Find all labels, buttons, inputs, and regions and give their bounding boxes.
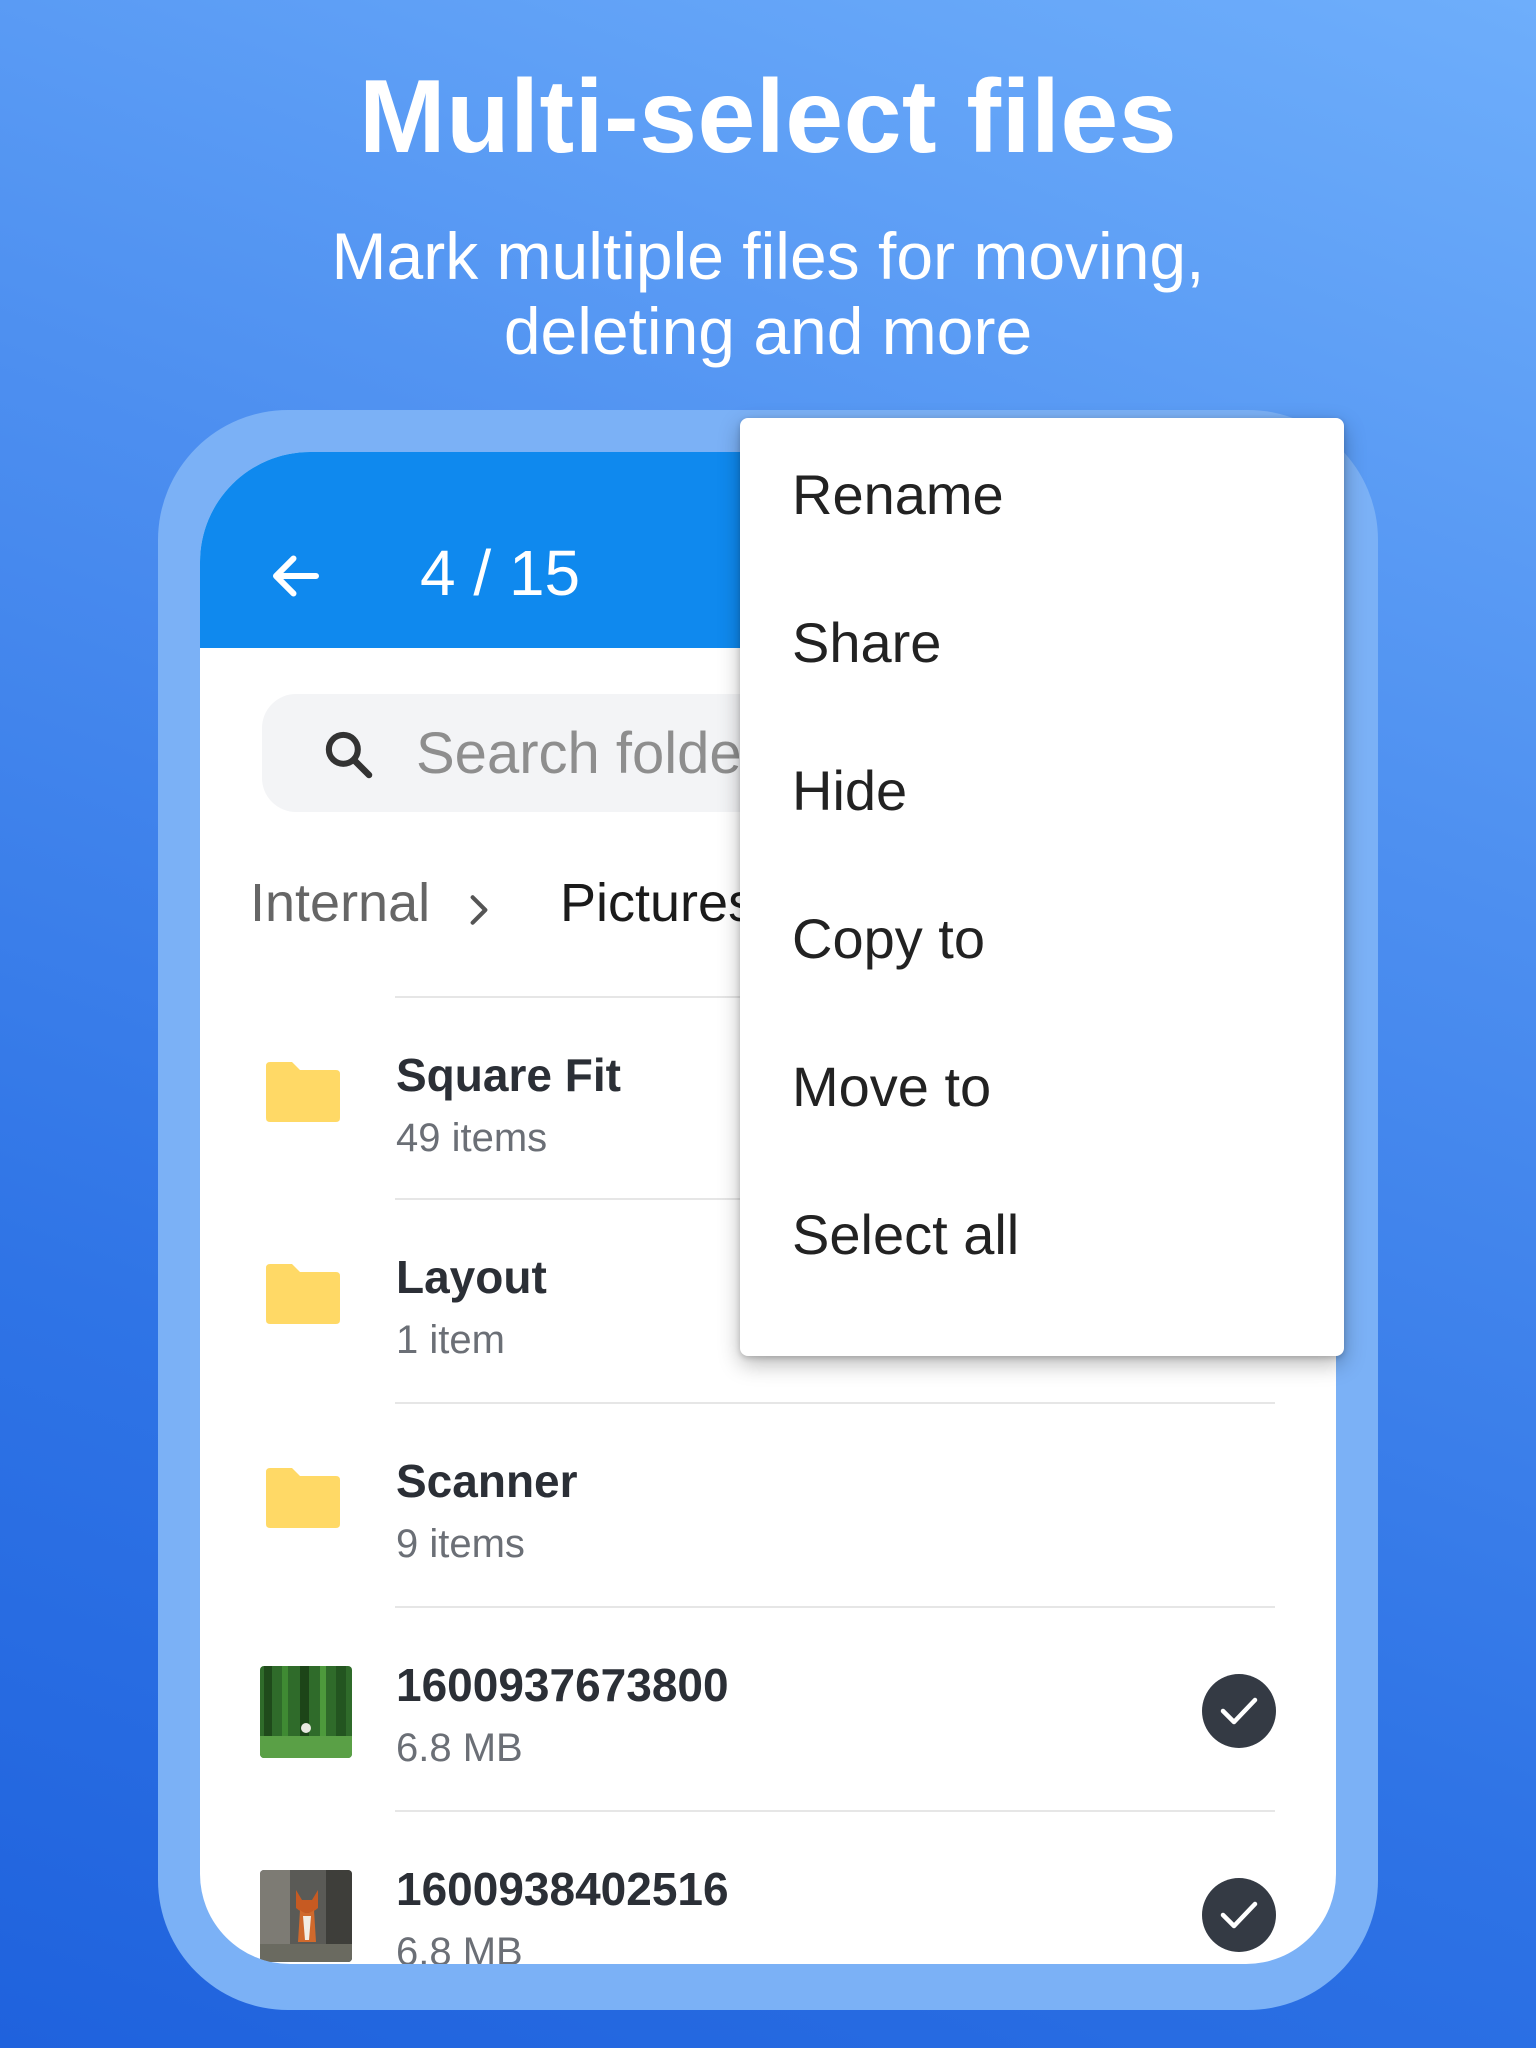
folder-icon	[266, 1062, 340, 1122]
check-icon	[1220, 1901, 1258, 1929]
image-thumbnail-fox	[260, 1870, 352, 1962]
menu-item-label: Copy to	[792, 907, 985, 970]
selected-check[interactable]	[1202, 1878, 1276, 1952]
promo-subline-2: deleting and more	[503, 294, 1033, 368]
folder-icon	[266, 1264, 340, 1324]
item-meta: 49 items	[396, 1116, 548, 1160]
menu-item-label: Select all	[792, 1203, 1020, 1266]
promo-subline-1: Mark multiple files for moving,	[331, 219, 1205, 293]
overflow-menu: Rename Share Hide Copy to Move to Select…	[740, 418, 1344, 1356]
menu-item-label: Share	[792, 611, 942, 674]
menu-item-share[interactable]: Share	[740, 566, 1344, 714]
arrow-left-icon[interactable]	[266, 546, 326, 606]
menu-item-copy-to[interactable]: Copy to	[740, 862, 1344, 1010]
selected-check[interactable]	[1202, 1674, 1276, 1748]
chevron-right-icon	[470, 895, 488, 925]
menu-item-hide[interactable]: Hide	[740, 714, 1344, 862]
breadcrumb-pictures[interactable]: Pictures	[560, 872, 755, 934]
menu-item-move-to[interactable]: Move to	[740, 1010, 1344, 1158]
list-item[interactable]: 1600937673800 6.8 MB	[200, 1608, 1336, 1808]
menu-item-rename[interactable]: Rename	[740, 418, 1344, 566]
list-item[interactable]: Scanner 9 items	[200, 1404, 1336, 1604]
item-meta: 9 items	[396, 1522, 525, 1566]
item-meta: 6.8 MB	[396, 1930, 523, 1964]
item-name: Scanner	[396, 1455, 578, 1507]
selection-count: 4 / 15	[420, 537, 581, 609]
menu-item-label: Move to	[792, 1055, 992, 1118]
list-item[interactable]: 1600938402516 6.8 MB	[200, 1812, 1336, 1964]
menu-item-select-all[interactable]: Select all	[740, 1158, 1344, 1306]
item-name: Square Fit	[396, 1049, 621, 1101]
menu-item-label: Rename	[792, 463, 1004, 526]
check-icon	[1220, 1697, 1258, 1725]
item-meta: 1 item	[396, 1318, 505, 1362]
item-name: 1600938402516	[396, 1863, 729, 1915]
item-meta: 6.8 MB	[396, 1726, 523, 1770]
breadcrumb-internal[interactable]: Internal	[250, 872, 430, 934]
folder-icon	[266, 1468, 340, 1528]
image-thumbnail-forest	[260, 1666, 352, 1758]
promo-headline: Multi-select files	[358, 59, 1178, 175]
item-name: Layout	[396, 1251, 547, 1303]
item-name: 1600937673800	[396, 1659, 729, 1711]
search-icon	[325, 731, 373, 779]
menu-item-label: Hide	[792, 759, 908, 822]
